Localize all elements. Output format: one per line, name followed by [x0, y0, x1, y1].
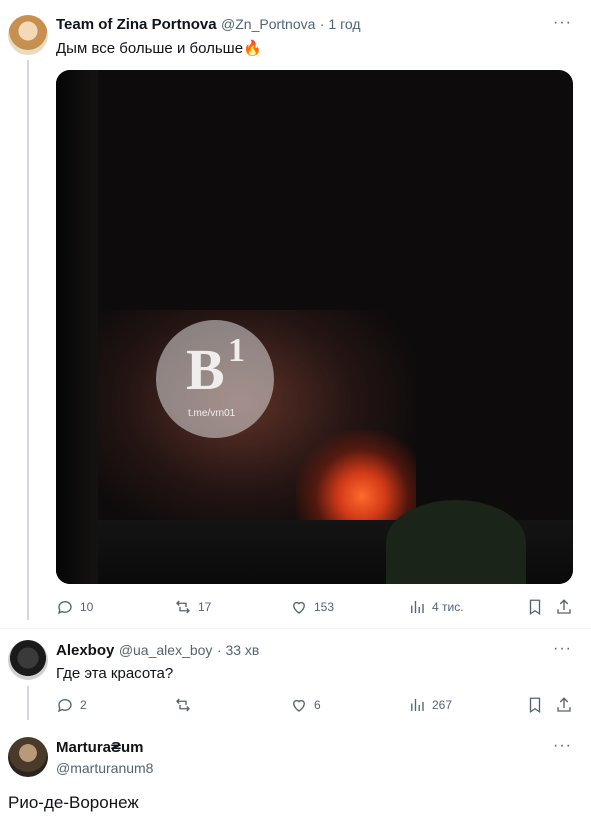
timestamp[interactable]: · 1 год [320, 16, 361, 32]
views-count: 4 тис. [432, 600, 464, 614]
like-button[interactable]: 6 [290, 696, 321, 714]
share-icon[interactable] [555, 598, 573, 616]
tweet-text: Рио-де-Воронеж [8, 793, 139, 812]
retweet-button[interactable] [174, 696, 198, 714]
retweet-icon [176, 600, 190, 614]
author-name[interactable]: Team of Zina Portnova [56, 16, 217, 33]
reply-count: 10 [80, 600, 94, 614]
tree-silhouette [386, 500, 526, 584]
tweet-photo[interactable]: В 1 t.me/vrn01 [56, 70, 573, 584]
author-handle[interactable]: @ua_alex_boy [119, 642, 213, 658]
tweet-text: Дым все больше и больше🔥 [56, 39, 262, 57]
fire-emoji-icon: 🔥 [243, 40, 262, 57]
views-icon [411, 601, 424, 613]
views-button[interactable]: 267 [408, 696, 452, 714]
like-count: 6 [314, 698, 321, 712]
reply-icon [57, 699, 72, 713]
tweet-header: Alexboy @ua_alex_boy · 33 хв [56, 642, 259, 660]
reply-count: 2 [80, 698, 87, 712]
more-icon[interactable]: ··· [553, 14, 572, 32]
bookmark-icon[interactable] [526, 696, 544, 714]
author-name[interactable]: Alexboy [56, 642, 114, 659]
thread-line [27, 686, 29, 720]
reply-button[interactable]: 2 [56, 696, 87, 714]
avatar[interactable] [8, 15, 48, 55]
timestamp[interactable]: · 33 хв [217, 642, 259, 658]
avatar[interactable] [8, 737, 48, 777]
share-icon[interactable] [555, 696, 573, 714]
like-button[interactable]: 153 [290, 598, 334, 616]
like-count: 153 [314, 600, 335, 614]
retweet-icon [176, 698, 190, 712]
retweet-count: 17 [198, 600, 212, 614]
tweet-text: Где эта красота? [56, 665, 174, 682]
more-icon[interactable]: ··· [553, 640, 572, 658]
reply-button[interactable]: 10 [56, 598, 93, 616]
window-frame [56, 70, 98, 584]
bookmark-icon[interactable] [526, 598, 544, 616]
watermark-url: t.me/vrn01 [188, 408, 236, 419]
heart-icon [293, 699, 305, 712]
divider [0, 628, 591, 629]
author-name[interactable]: Martura₴um [56, 739, 153, 756]
views-count: 267 [432, 698, 453, 712]
views-icon [411, 699, 424, 711]
reply-icon [57, 601, 72, 615]
tweet-text-content: Дым все больше и больше [56, 40, 244, 57]
avatar[interactable] [8, 640, 48, 680]
retweet-button[interactable]: 17 [174, 598, 211, 616]
watermark-logo: В 1 t.me/vrn01 [156, 320, 274, 438]
author-handle[interactable]: @Zn_Portnova [221, 16, 315, 32]
author-handle[interactable]: @marturanum8 [56, 760, 153, 776]
tweet-header: Team of Zina Portnova @Zn_Portnova · 1 г… [56, 16, 361, 34]
tweet-actions: 2 6 267 [56, 696, 573, 716]
watermark-letter: В [186, 337, 225, 402]
heart-icon [293, 601, 305, 614]
thread-line [27, 60, 29, 620]
views-button[interactable]: 4 тис. [408, 598, 464, 616]
more-icon[interactable]: ··· [553, 737, 572, 755]
watermark-superscript: 1 [228, 332, 245, 369]
tweet-header: Martura₴um @marturanum8 [56, 739, 153, 776]
tweet-actions: 10 17 153 4 тис. [56, 598, 573, 618]
